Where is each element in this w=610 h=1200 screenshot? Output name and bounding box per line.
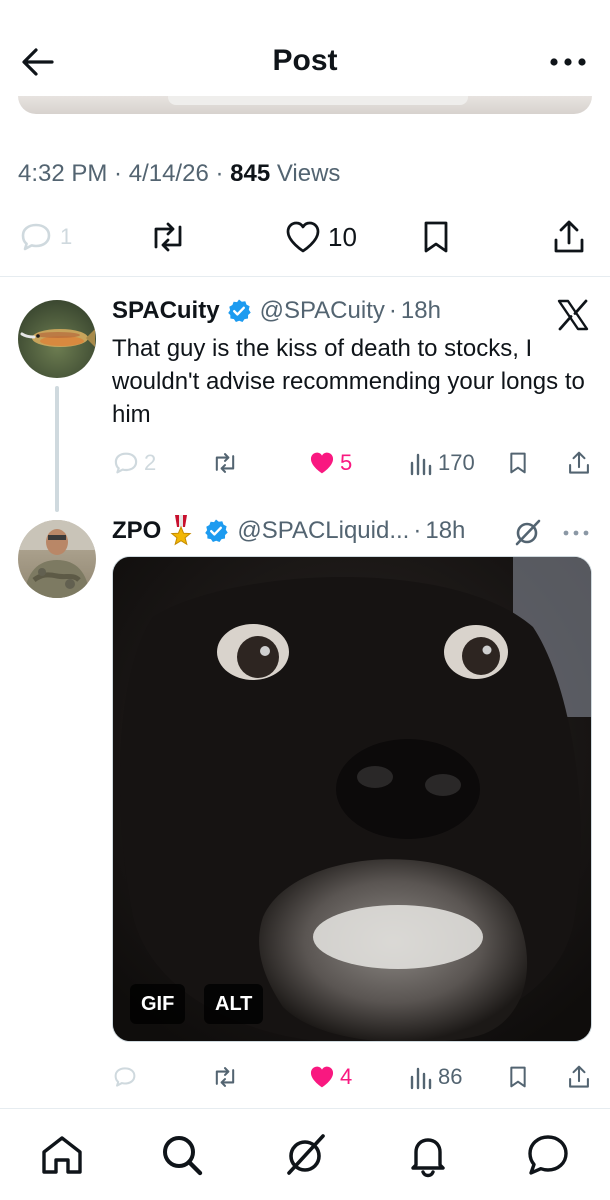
tweet-action-bar: 4 86 [110,1060,596,1094]
tab-search[interactable] [158,1131,206,1179]
avatar[interactable] [18,300,96,378]
medal-emoji-icon [170,515,192,546]
views-count: 86 [438,1064,463,1089]
bottom-tab-bar [0,1108,610,1200]
share-button[interactable] [566,1060,592,1094]
handle[interactable]: @SPACLiquid... [237,517,409,545]
share-button[interactable] [550,212,588,262]
views-count: 170 [438,450,475,475]
more-options-button[interactable] [560,520,592,546]
avatar[interactable] [18,520,96,598]
heart-filled-icon [310,452,334,474]
analytics-icon [410,1067,432,1090]
heart-icon [286,221,320,253]
share-icon [554,220,584,253]
tweet-action-bar: 2 5 170 [110,446,596,480]
post-action-bar: 1 10 [0,212,610,262]
like-count: 4 [340,1064,353,1089]
fish-image-icon [20,329,95,347]
reply-button[interactable]: 2 [112,446,156,480]
home-icon [42,1136,82,1174]
like-count: 5 [340,450,353,475]
bookmark-icon [510,1066,526,1088]
repost-icon [215,1067,235,1087]
bookmark-button[interactable] [506,446,530,480]
tweet-header: SPACuity @SPACuity · 18h [112,297,441,325]
dog-gif-image [113,557,591,1041]
post-timestamp: 4:32 PM · 4/14/26 · 845 Views [18,160,341,187]
repost-button[interactable] [146,212,190,262]
heart-filled-icon [310,1066,334,1088]
tab-messages[interactable] [524,1131,572,1179]
chat-bubble-icon [528,1135,568,1175]
share-icon [569,1065,589,1088]
like-button[interactable]: 5 [308,446,352,480]
reply-icon [21,223,51,251]
tweet-header: ZPO @SPACLiquid... · 18h [112,515,465,546]
more-options-button[interactable] [548,44,588,80]
bell-icon [411,1138,445,1178]
reply-button[interactable]: 1 [18,212,72,262]
share-button[interactable] [566,446,592,480]
top-bar: Post [0,0,610,114]
repost-button[interactable] [210,1060,240,1094]
reply-icon [114,1067,136,1087]
views-count: 845 [230,160,271,187]
reply-button[interactable] [112,1060,138,1094]
analytics-icon [410,453,432,476]
x-logo-icon [557,299,589,331]
reply-icon [114,452,138,474]
soldier-photo-icon [18,520,96,598]
views-label: Views [276,160,341,187]
like-button[interactable]: 10 [284,212,357,262]
gif-badge: GIF [130,984,186,1024]
grok-button[interactable] [512,518,542,548]
views-button[interactable]: 86 [408,1060,462,1094]
verified-badge-icon [227,299,251,322]
alt-text-button[interactable]: ALT [204,984,264,1024]
bookmark-icon [510,452,526,474]
handle[interactable]: @SPACuity [260,297,385,325]
share-icon [569,451,589,474]
repost-icon [215,453,235,473]
display-name[interactable]: ZPO [112,517,161,545]
grok-icon [287,1134,325,1175]
display-name[interactable]: SPACuity [112,297,220,325]
reply-count: 2 [144,450,157,475]
more-horizontal-icon [563,530,589,536]
views-button[interactable]: 170 [408,446,475,480]
like-button[interactable]: 4 [308,1060,352,1094]
post-date: 4/14/26 [128,160,209,187]
bookmark-button[interactable] [418,212,454,262]
verified-badge-icon [205,519,229,542]
bookmark-icon [424,221,448,253]
tab-home[interactable] [38,1131,86,1179]
gif-media[interactable] [112,556,592,1042]
x-logo-button[interactable] [556,298,590,332]
tab-notifications[interactable] [404,1131,452,1179]
tweet-text: That guy is the kiss of death to stocks,… [112,335,585,428]
bookmark-button[interactable] [506,1060,530,1094]
page-title: Post [272,44,338,77]
post-time: 4:32 PM [18,160,108,187]
reply-count: 1 [60,224,73,249]
repost-icon [154,222,182,252]
timestamp[interactable]: 18h [425,517,465,545]
tab-grok[interactable] [281,1131,329,1179]
section-divider [0,276,610,277]
like-count: 10 [328,221,357,252]
grok-icon [515,519,541,546]
thread-connector [55,386,59,512]
search-icon [163,1136,203,1176]
media-peek [18,96,592,114]
more-horizontal-icon [550,58,586,66]
timestamp[interactable]: 18h [401,297,441,325]
repost-button[interactable] [210,446,240,480]
